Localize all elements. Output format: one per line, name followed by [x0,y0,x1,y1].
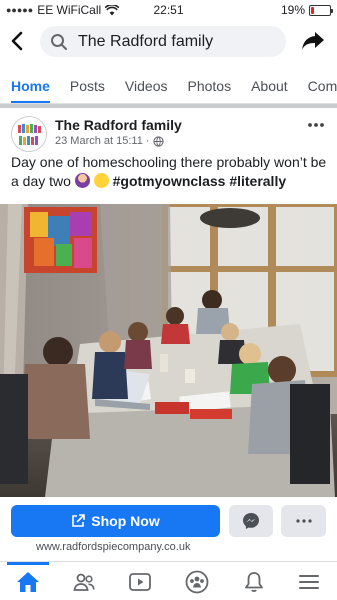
shop-now-label: Shop Now [91,513,160,529]
ellipsis-icon [295,519,312,523]
external-link-icon [72,514,86,527]
more-options-icon[interactable] [307,120,325,130]
post-timestamp[interactable]: 23 March at 15:11 · [55,135,150,147]
search-input[interactable]: The Radford family [40,26,286,57]
tab-posts[interactable]: Posts [70,66,105,103]
tab-community[interactable]: Com [308,66,337,103]
search-query: The Radford family [78,32,214,50]
tab-photos[interactable]: Photos [187,66,231,103]
messenger-icon [243,513,259,529]
battery-percent: 19% [280,3,305,17]
photo-image [0,204,337,497]
website-link[interactable]: www.radfordspiecompany.co.uk [36,541,190,553]
bell-icon[interactable] [242,570,266,594]
message-button[interactable] [229,505,273,537]
watch-icon[interactable] [128,570,152,594]
post-header: The Radford family 23 March at 15:11 · [0,112,337,156]
tab-about[interactable]: About [251,66,288,103]
wink-face-emoji-icon [93,173,109,188]
status-right: 19% [280,3,333,17]
share-arrow-icon[interactable] [301,30,325,52]
bottom-navigation [0,561,337,600]
more-actions-button[interactable] [281,505,326,537]
globe-icon [152,135,164,147]
tab-home[interactable]: Home [11,66,50,103]
friends-icon[interactable] [72,570,96,594]
search-icon [51,33,67,50]
active-tab-indicator [7,562,49,565]
page-tabs: Home Posts Videos Photos About Com [0,66,337,104]
section-divider [0,104,337,108]
post-meta: 23 March at 15:11 · [55,135,164,147]
status-bar: ●●●●● EE WiFiCall 22:51 19% [0,0,337,20]
teacher-emoji-icon [74,173,90,188]
battery-icon [309,4,333,16]
shop-now-button[interactable]: Shop Now [11,505,220,537]
post-photo[interactable] [0,204,337,497]
menu-icon[interactable] [297,570,321,594]
avatar-image [12,117,46,151]
home-icon[interactable] [16,570,40,594]
avatar[interactable] [11,116,47,152]
post-caption: Day one of homeschooling there probably … [11,153,329,191]
chevron-left-icon[interactable] [8,30,28,52]
post-author[interactable]: The Radford family [55,117,182,133]
top-bar: The Radford family [0,22,337,62]
groups-icon[interactable] [185,570,209,594]
post-hashtags[interactable]: #gotmyownclass #literally [113,173,287,189]
tab-videos[interactable]: Videos [125,66,168,103]
battery-level [311,6,315,14]
